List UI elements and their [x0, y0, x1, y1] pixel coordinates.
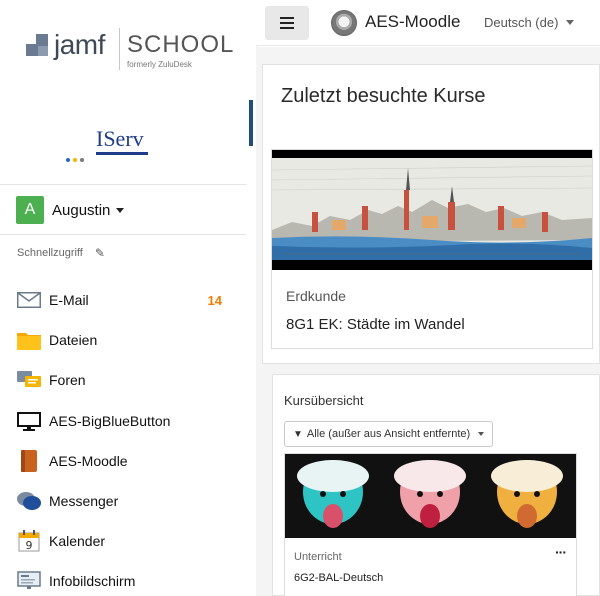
- course-image: [285, 454, 576, 538]
- course-filter-dropdown[interactable]: ▼ Alle (außer aus Ansicht entfernte): [284, 421, 494, 447]
- course-overview-title: Kursübersicht: [284, 393, 364, 408]
- sidebar-item-files[interactable]: Dateien: [16, 320, 230, 360]
- pop-art-panel: [479, 454, 576, 538]
- pop-art-panel: [285, 454, 382, 538]
- sidebar-scrollbar[interactable]: [249, 100, 253, 146]
- sidebar-item-label: Foren: [49, 372, 86, 389]
- sidebar-divider: [0, 184, 246, 185]
- pop-art-panel: [382, 454, 479, 538]
- sidebar-item-label: Infobildschirm: [49, 573, 136, 590]
- jamf-wordmark: jamf: [54, 29, 105, 60]
- quick-access-label: Schnellzugriff: [17, 247, 83, 259]
- pencil-icon[interactable]: ✎: [95, 246, 105, 260]
- forum-icon: [16, 369, 42, 391]
- book-icon: [16, 449, 42, 472]
- language-label: Deutsch (de): [484, 15, 559, 30]
- jamf-logo-icon: [26, 34, 48, 56]
- site-logo[interactable]: [331, 10, 357, 36]
- sidebar-item-messenger[interactable]: Messenger: [16, 481, 230, 521]
- course-name[interactable]: 6G2-BAL-Deutsch: [294, 572, 383, 584]
- user-menu[interactable]: A Augustin: [16, 196, 125, 224]
- iserv-dots: [66, 149, 87, 167]
- avatar: A: [16, 196, 44, 224]
- school-wordmark: SCHOOL: [127, 31, 235, 58]
- sidebar-item-label: Dateien: [49, 332, 98, 349]
- iserv-underline: [96, 152, 148, 155]
- iserv-wordmark: IServ: [96, 126, 144, 151]
- sidebar-item-label: AES-Moodle: [49, 452, 128, 469]
- folder-icon: [16, 329, 42, 351]
- calendar-icon: 9: [16, 530, 42, 552]
- sidebar-item-bigbluebutton[interactable]: AES-BigBlueButton: [16, 401, 230, 441]
- monitor-icon: [16, 410, 42, 432]
- caret-down-icon: [116, 207, 125, 213]
- menu-toggle-button[interactable]: [265, 6, 309, 40]
- chat-icon: [16, 490, 42, 512]
- recent-courses-block: Zuletzt besuchte Kurse Erdkunde 8G1 EK: …: [262, 64, 600, 364]
- logo-divider: [119, 28, 120, 70]
- recent-courses-title: Zuletzt besuchte Kurse: [281, 85, 486, 107]
- course-card[interactable]: Erdkunde 8G1 EK: Städte im Wandel: [271, 149, 593, 349]
- sidebar-item-email[interactable]: E-Mail 14: [16, 280, 230, 320]
- unread-badge: 14: [207, 292, 222, 308]
- sidebar-item-infoscreen[interactable]: Infobildschirm: [16, 561, 230, 596]
- course-category: Erdkunde: [286, 288, 346, 304]
- caret-down-icon: [566, 20, 575, 25]
- sidebar-item-label: E-Mail: [49, 292, 89, 309]
- sidebar-item-calendar[interactable]: 9 Kalender: [16, 521, 230, 561]
- more-options-icon[interactable]: ···: [555, 544, 567, 560]
- calendar-day: 9: [26, 539, 33, 552]
- quick-access-header: Schnellzugriff ✎: [17, 246, 105, 260]
- sidebar-divider: [0, 234, 246, 235]
- sidebar-item-label: AES-BigBlueButton: [49, 412, 171, 429]
- display-icon: [16, 570, 42, 592]
- formerly-text: formerly ZuluDesk: [127, 60, 192, 69]
- sidebar: jamf SCHOOL formerly ZuluDesk IServ A Au…: [0, 0, 256, 596]
- course-card[interactable]: Unterricht 6G2-BAL-Deutsch ···: [284, 453, 577, 596]
- sidebar-item-label: Messenger: [49, 493, 119, 510]
- filter-icon: ▼: [293, 428, 303, 440]
- site-name[interactable]: AES-Moodle: [365, 12, 460, 32]
- iserv-logo[interactable]: IServ: [66, 124, 156, 162]
- user-name: Augustin: [52, 201, 111, 219]
- sidebar-item-moodle[interactable]: AES-Moodle: [16, 441, 230, 481]
- jamf-school-logo: jamf SCHOOL formerly ZuluDesk: [26, 28, 233, 72]
- language-select[interactable]: Deutsch (de): [484, 15, 575, 30]
- course-name[interactable]: 8G1 EK: Städte im Wandel: [286, 316, 465, 333]
- mail-icon: [16, 289, 42, 311]
- caret-down-icon: [478, 432, 485, 436]
- filter-label: Alle (außer aus Ansicht entfernte): [306, 428, 471, 440]
- sidebar-item-forums[interactable]: Foren: [16, 360, 230, 400]
- sidebar-item-label: Kalender: [49, 533, 106, 550]
- course-category: Unterricht: [294, 551, 342, 563]
- course-image: [272, 150, 592, 270]
- city-skyline-image: [272, 150, 592, 270]
- course-overview-block: Kursübersicht ▼ Alle (außer aus Ansicht …: [272, 374, 600, 596]
- top-navbar: AES-Moodle Deutsch (de): [256, 0, 600, 46]
- hamburger-icon: [280, 17, 294, 29]
- sidebar-nav: E-Mail 14 Dateien Foren AES-BigBlueButto…: [16, 280, 230, 596]
